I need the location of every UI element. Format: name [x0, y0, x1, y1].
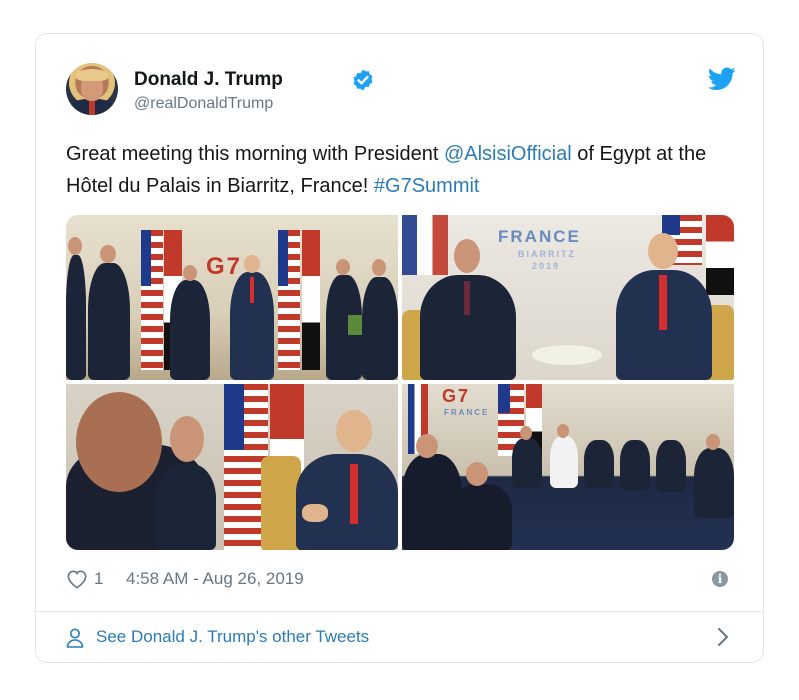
avatar[interactable]: [66, 63, 118, 115]
photo-1[interactable]: G7: [66, 215, 398, 380]
person-icon: [66, 628, 84, 648]
tweet-footer: 1 4:58 AM - Aug 26, 2019 i: [66, 565, 734, 595]
tweet-text-part: Great meeting this morning with Presiden…: [66, 143, 444, 165]
author-name[interactable]: Donald J. Trump: [134, 69, 283, 91]
photo-4[interactable]: G7 FRANCE: [402, 384, 734, 550]
divider: [36, 611, 763, 612]
backdrop-year: 2019: [532, 261, 561, 271]
backdrop-word: FRANCE: [498, 227, 581, 246]
hashtag-link[interactable]: #G7Summit: [374, 175, 480, 197]
backdrop-city: BIARRITZ: [518, 249, 576, 259]
photo-grid: G7 FRANCE BIARRITZ 2019 G7 FRANCE: [66, 215, 734, 550]
verified-badge-icon: [353, 69, 373, 91]
tweet-header: Donald J. Trump @realDonaldTrump: [66, 63, 736, 123]
chevron-right-icon[interactable]: [716, 626, 730, 648]
backdrop-word: FRANCE: [444, 408, 490, 417]
twitter-bird-icon[interactable]: [708, 67, 736, 91]
photo-2[interactable]: FRANCE BIARRITZ 2019: [402, 215, 734, 380]
photo-3[interactable]: [66, 384, 398, 550]
tweet-text: Great meeting this morning with Presiden…: [66, 138, 716, 202]
info-icon[interactable]: i: [712, 571, 728, 587]
see-more-tweets-label[interactable]: See Donald J. Trump's other Tweets: [96, 627, 369, 647]
see-more-tweets-link[interactable]: See Donald J. Trump's other Tweets: [66, 622, 734, 652]
mention-link[interactable]: @AlsisiOfficial: [444, 143, 572, 165]
author-handle[interactable]: @realDonaldTrump: [134, 95, 273, 113]
heart-icon[interactable]: [66, 569, 88, 589]
tweet-timestamp[interactable]: 4:58 AM - Aug 26, 2019: [126, 569, 304, 589]
like-count: 1: [94, 569, 104, 588]
tweet-card: Donald J. Trump @realDonaldTrump Great m…: [35, 33, 764, 663]
